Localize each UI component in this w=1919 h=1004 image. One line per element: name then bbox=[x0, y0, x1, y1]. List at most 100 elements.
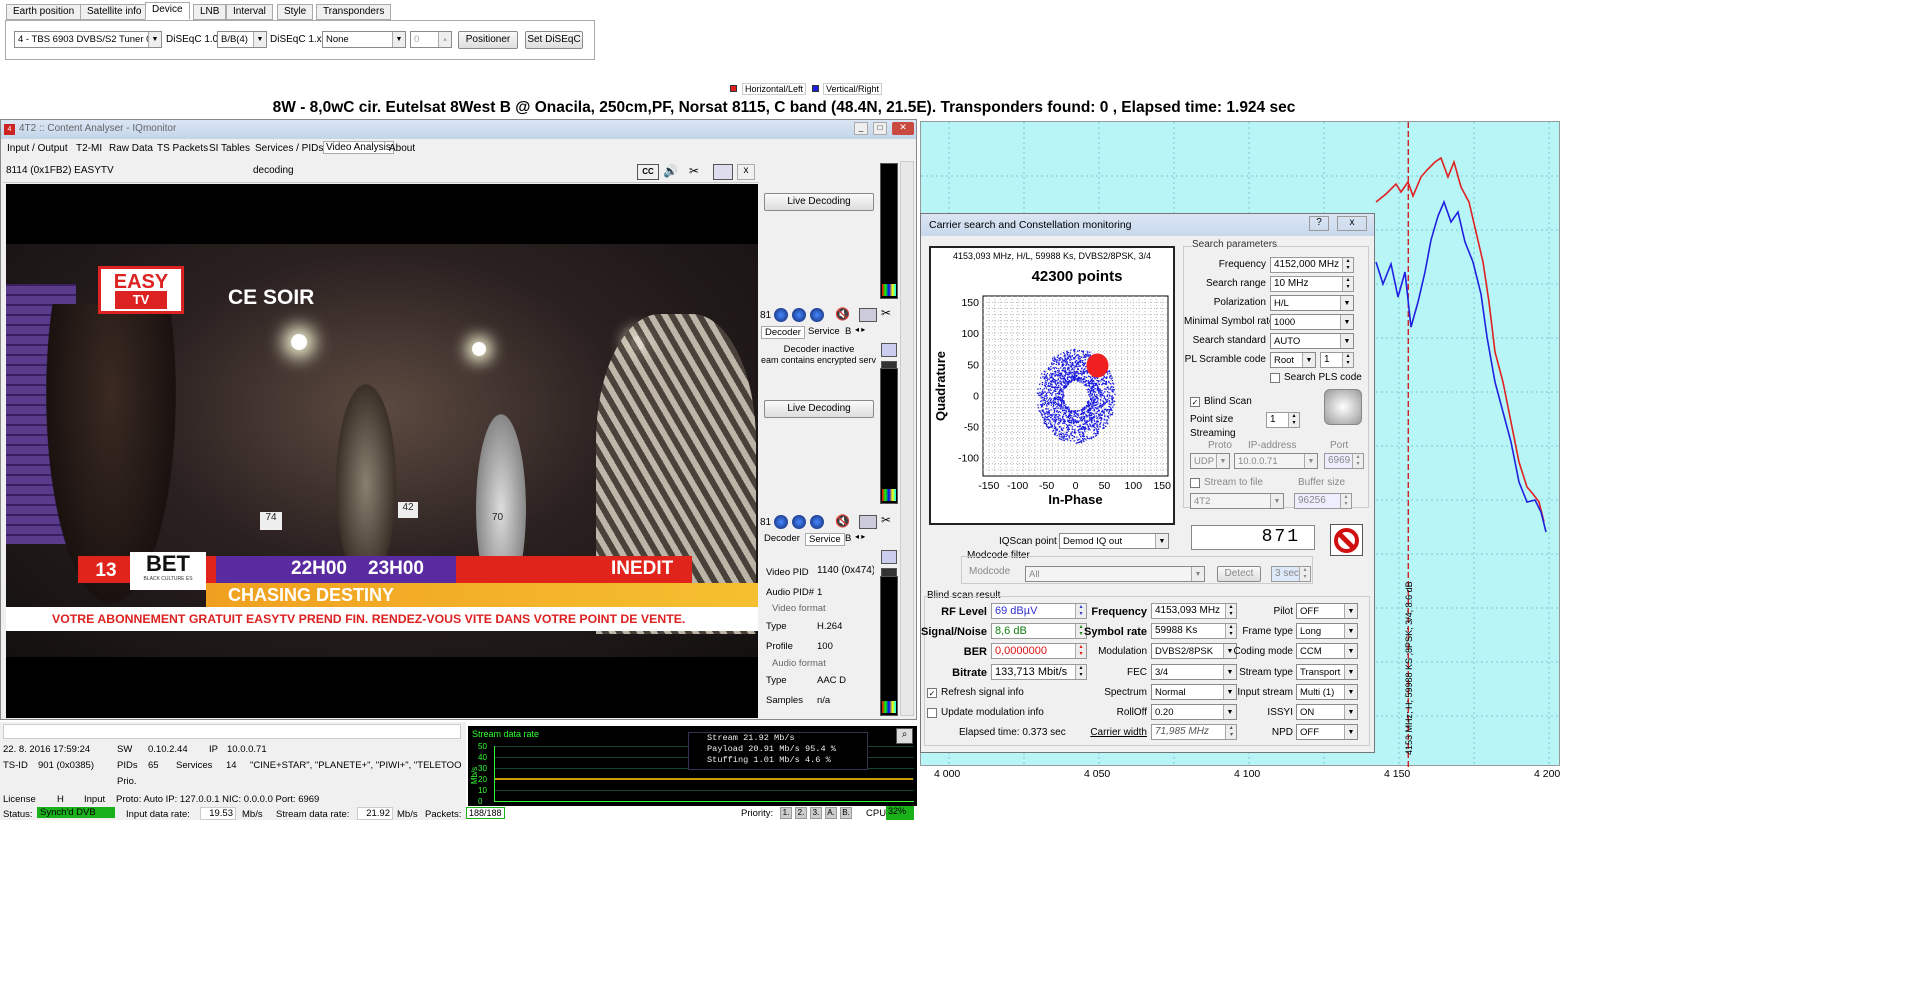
tab-scroll-1[interactable]: ◂ ▸ bbox=[855, 325, 865, 334]
roll-select[interactable]: 0.20 ▼ bbox=[1151, 704, 1237, 720]
tools-icon[interactable]: ✂ bbox=[689, 164, 709, 180]
close-window-button[interactable]: ✕ bbox=[892, 122, 914, 135]
radar-icon[interactable] bbox=[1324, 389, 1362, 425]
blind-scan-checkbox[interactable]: ✓ bbox=[1190, 397, 1200, 407]
msr-select[interactable]: 1000 ▼ bbox=[1270, 314, 1354, 330]
menu-item-ts-packets[interactable]: TS Packets bbox=[157, 143, 208, 154]
record-icon-2[interactable] bbox=[774, 515, 788, 529]
tuner-select[interactable]: 4 - TBS 6903 DVBS/S2 Tuner 0 ▼ bbox=[14, 31, 162, 48]
record-icon[interactable] bbox=[774, 308, 788, 322]
pls-number[interactable]: 1 ▴ ▾ bbox=[1320, 352, 1354, 368]
live-decoding-button-2[interactable]: Live Decoding bbox=[764, 400, 874, 418]
buffer-input[interactable]: 96256 ▴ ▾ bbox=[1294, 493, 1352, 509]
menu-item-video-analysis[interactable]: Video Analysis bbox=[323, 141, 394, 154]
stop-icon[interactable] bbox=[1330, 524, 1363, 556]
play-icon-2[interactable] bbox=[792, 515, 806, 529]
std-select[interactable]: AUTO ▼ bbox=[1270, 333, 1354, 349]
pol-select[interactable]: H/L ▼ bbox=[1270, 295, 1354, 311]
speaker-icon[interactable]: 🔊 bbox=[663, 164, 683, 180]
pls-select[interactable]: Root ▼ bbox=[1270, 352, 1316, 368]
is-select[interactable]: Multi (1) ▼ bbox=[1296, 684, 1358, 700]
forward-icon-2[interactable] bbox=[810, 515, 824, 529]
maximize-button[interactable]: □ bbox=[873, 122, 887, 135]
play-icon[interactable] bbox=[792, 308, 806, 322]
cm-select[interactable]: CCM ▼ bbox=[1296, 643, 1358, 659]
npd-select[interactable]: OFF ▼ bbox=[1296, 724, 1358, 740]
fec-select[interactable]: 3/4 ▼ bbox=[1151, 664, 1237, 680]
blank-input[interactable] bbox=[3, 724, 461, 739]
tab-interval[interactable]: Interval bbox=[226, 4, 273, 20]
zoom-icon[interactable]: ⌕ bbox=[896, 728, 913, 744]
diseqc10-select[interactable]: B/B(4) ▼ bbox=[217, 31, 267, 48]
point-size-input[interactable]: 1 ▴ ▾ bbox=[1266, 412, 1300, 428]
tab-b-2[interactable]: B bbox=[845, 533, 851, 544]
mute-icon[interactable]: 🔇 bbox=[835, 307, 850, 321]
tab-satellite-info[interactable]: Satellite info bbox=[80, 4, 149, 20]
ipaddr-select[interactable]: 10.0.0.71 ▼ bbox=[1234, 453, 1318, 469]
proto-select[interactable]: UDP ▼ bbox=[1190, 453, 1230, 469]
prio-1[interactable]: 1. bbox=[780, 807, 792, 819]
issyi-select[interactable]: ON ▼ bbox=[1296, 704, 1358, 720]
pilot-select[interactable]: OFF ▼ bbox=[1296, 603, 1358, 619]
tab-style[interactable]: Style bbox=[277, 4, 314, 20]
cc-icon[interactable]: CC bbox=[637, 164, 659, 180]
prio-3[interactable]: 3. bbox=[810, 807, 822, 819]
forward-icon[interactable] bbox=[810, 308, 824, 322]
side-icon-a[interactable] bbox=[881, 343, 897, 357]
menu-item-services-pids[interactable]: Services / PIDs bbox=[255, 143, 323, 154]
stream-file-checkbox[interactable] bbox=[1190, 478, 1200, 488]
live-decoding-button-1[interactable]: Live Decoding bbox=[764, 193, 874, 211]
iq-select[interactable]: Demod IQ out ▼ bbox=[1059, 533, 1169, 549]
tools-icon-2[interactable]: ✂ bbox=[881, 306, 891, 320]
menu-item-raw-data[interactable]: Raw Data bbox=[109, 143, 153, 154]
tab-transponders[interactable]: Transponders bbox=[316, 4, 392, 20]
set-diseqc-button[interactable]: Set DiSEqC bbox=[525, 31, 583, 49]
screen-icon-2[interactable] bbox=[859, 308, 877, 322]
diseqc-spin[interactable]: 0 ▴ bbox=[410, 31, 452, 48]
legend-h-label[interactable]: Horizontal/Left bbox=[742, 83, 807, 95]
tab-device[interactable]: Device bbox=[145, 2, 190, 20]
tab-decoder-2[interactable]: Decoder bbox=[761, 533, 803, 544]
analyser-titlebar[interactable]: 4 4T2 :: Content Analyser - IQmonitor _ … bbox=[1, 120, 916, 139]
tab-earth-position[interactable]: Earth position bbox=[6, 4, 82, 20]
tab-lnb[interactable]: LNB bbox=[193, 4, 227, 20]
port-input[interactable]: 6969 ▴ ▾ bbox=[1324, 453, 1364, 469]
menu-item-input-output[interactable]: Input / Output bbox=[7, 143, 68, 154]
carrier-titlebar[interactable]: Carrier search and Constellation monitor… bbox=[921, 214, 1374, 236]
video-frame[interactable]: EASY TV CE SOIR 74 42 70 13 BET BLACK CU… bbox=[6, 184, 758, 718]
close-video-button[interactable]: x bbox=[737, 164, 755, 180]
screen-icon[interactable] bbox=[713, 164, 733, 180]
tab-service-2[interactable]: Service bbox=[805, 533, 845, 546]
menu-item-about[interactable]: About bbox=[389, 143, 415, 154]
freq-input[interactable]: 4152,000 MHz ▴ ▾ bbox=[1270, 257, 1354, 273]
fileproto-select[interactable]: 4T2 ▼ bbox=[1190, 493, 1284, 509]
st-select[interactable]: Transport ▼ bbox=[1296, 664, 1358, 680]
tab-decoder-1[interactable]: Decoder bbox=[761, 326, 805, 339]
help-button[interactable]: ? bbox=[1309, 216, 1329, 231]
ft-select[interactable]: Long ▼ bbox=[1296, 623, 1358, 639]
tools-icon-3[interactable]: ✂ bbox=[881, 513, 891, 527]
prio-2[interactable]: 2. bbox=[795, 807, 807, 819]
positioner-button[interactable]: Positioner bbox=[458, 31, 518, 49]
mod-select[interactable]: DVBS2/8PSK ▼ bbox=[1151, 643, 1237, 659]
range-input[interactable]: 10 MHz ▴ ▾ bbox=[1270, 276, 1354, 292]
sec-spinner[interactable]: 3 sec ▴ ▾ bbox=[1271, 566, 1311, 582]
legend-v-label[interactable]: Vertical/Right bbox=[823, 83, 883, 95]
search-pls-checkbox[interactable] bbox=[1270, 373, 1280, 383]
menu-item-t2-mi[interactable]: T2-MI bbox=[76, 143, 102, 154]
detect-button[interactable]: Detect bbox=[1217, 566, 1261, 582]
scroll-v-1[interactable] bbox=[900, 161, 914, 716]
mute-icon-2[interactable]: 🔇 bbox=[835, 514, 850, 528]
spec-select[interactable]: Normal ▼ bbox=[1151, 684, 1237, 700]
tab-scroll-2[interactable]: ◂ ▸ bbox=[855, 532, 865, 541]
refresh-checkbox[interactable]: ✓ bbox=[927, 688, 937, 698]
menu-item-si-tables[interactable]: SI Tables bbox=[209, 143, 250, 154]
prio-b[interactable]: B. bbox=[840, 807, 852, 819]
update-checkbox[interactable] bbox=[927, 708, 937, 718]
side-icon-c[interactable] bbox=[881, 550, 897, 564]
screen-icon-3[interactable] bbox=[859, 515, 877, 529]
tab-service-1[interactable]: Service bbox=[805, 326, 843, 337]
tab-b-1[interactable]: B bbox=[845, 326, 851, 337]
diseqc1x-select[interactable]: None ▼ bbox=[322, 31, 406, 48]
modcode-select[interactable]: All ▼ bbox=[1025, 566, 1205, 582]
